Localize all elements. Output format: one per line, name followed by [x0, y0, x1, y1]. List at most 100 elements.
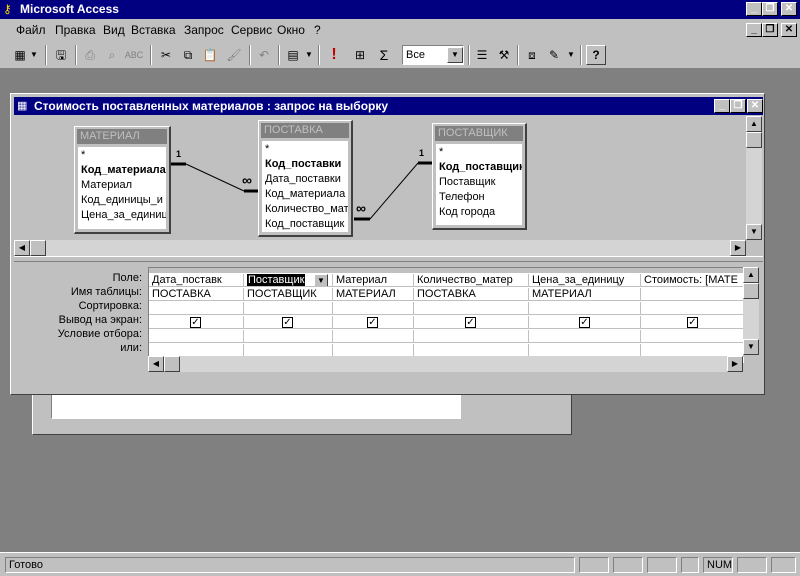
grid-cell-show[interactable]: ✓: [529, 316, 641, 329]
show-checkbox[interactable]: ✓: [687, 317, 698, 328]
help-icon[interactable]: ?: [586, 45, 606, 65]
chevron-down-icon[interactable]: ▼: [303, 45, 315, 65]
database-window-icon[interactable]: ⧈: [522, 45, 542, 65]
doc-close-button[interactable]: ✕: [781, 23, 797, 37]
grid-cell-table[interactable]: ПОСТАВЩИК: [244, 288, 333, 301]
scroll-thumb[interactable]: [746, 132, 762, 148]
menu-tools[interactable]: Сервис: [231, 23, 272, 37]
menu-window[interactable]: Окно: [277, 23, 305, 37]
field-item[interactable]: Дата_поставки: [265, 173, 341, 185]
grid-cell-field-selected[interactable]: Поставщик ▼: [244, 274, 333, 287]
grid-cell-show[interactable]: ✓: [149, 316, 244, 329]
design-grid-pane[interactable]: Поле: Имя таблицы: Сортировка: Вывод на …: [14, 262, 763, 393]
grid-cell-table[interactable]: [641, 288, 744, 301]
grid-cell-field[interactable]: Цена_за_единицу: [529, 274, 641, 287]
grid-cell-table[interactable]: МАТЕРИАЛ: [333, 288, 414, 301]
top-values-combo[interactable]: Все ▼: [402, 45, 464, 65]
undo-icon[interactable]: ↶: [254, 45, 274, 65]
field-item[interactable]: Код_материала: [265, 188, 345, 200]
field-item[interactable]: Количество_мат: [265, 203, 348, 215]
grid-cell-criteria[interactable]: [333, 330, 414, 343]
format-painter-icon[interactable]: 🖌: [224, 45, 244, 65]
run-icon[interactable]: !: [324, 45, 344, 65]
field-item[interactable]: Материал: [81, 179, 132, 191]
field-item[interactable]: *: [439, 146, 443, 158]
table-pane[interactable]: 1 ∞ 1 ∞ МАТЕРИАЛ * Код_материала Материа…: [14, 116, 763, 256]
scroll-up-icon[interactable]: ▲: [743, 267, 759, 283]
field-item[interactable]: Код_поставщик: [265, 218, 344, 230]
scroll-down-icon[interactable]: ▼: [746, 224, 762, 240]
restore-button[interactable]: ❐: [762, 2, 778, 16]
show-checkbox[interactable]: ✓: [465, 317, 476, 328]
grid-cell-field[interactable]: Стоимость: [МАТЕ: [641, 274, 744, 287]
grid-cell-table[interactable]: ПОСТАВКА: [149, 288, 244, 301]
chevron-down-icon[interactable]: ▼: [447, 47, 463, 63]
table-title[interactable]: ПОСТАВЩИК: [435, 126, 523, 141]
query-minimize-button[interactable]: _: [714, 99, 730, 113]
query-close-button[interactable]: ✕: [747, 99, 763, 113]
table-pane-vscroll[interactable]: ▲ ▼: [746, 116, 762, 240]
grid-cell-criteria[interactable]: [149, 330, 244, 343]
field-list[interactable]: * Код_поставки Дата_поставки Код_материа…: [262, 141, 348, 232]
copy-icon[interactable]: ⧉: [178, 45, 198, 65]
table-postavka[interactable]: ПОСТАВКА * Код_поставки Дата_поставки Ко…: [258, 120, 353, 237]
field-list[interactable]: * Код_поставщик Поставщик Телефон Код го…: [436, 144, 522, 225]
grid-cell-show[interactable]: ✓: [641, 316, 744, 329]
scroll-down-icon[interactable]: ▼: [743, 339, 759, 355]
grid-cell-criteria[interactable]: [244, 330, 333, 343]
query-window-title-bar[interactable]: ▦ Стоимость поставленных материалов : за…: [14, 97, 763, 115]
save-icon[interactable]: 🖫: [51, 45, 71, 65]
grid-cell-field[interactable]: Дата_поставк: [149, 274, 244, 287]
app-title-bar[interactable]: ⚷ Microsoft Access _ ❐ ✕: [0, 0, 800, 19]
grid-cell-field[interactable]: Количество_матер: [414, 274, 529, 287]
query-window[interactable]: ▦ Стоимость поставленных материалов : за…: [10, 93, 765, 395]
new-object-icon[interactable]: ✎: [544, 45, 564, 65]
print-icon[interactable]: ⎙: [80, 45, 100, 65]
field-item[interactable]: Телефон: [439, 191, 485, 203]
grid-cell-table[interactable]: ПОСТАВКА: [414, 288, 529, 301]
chevron-down-icon[interactable]: ▼: [28, 45, 40, 65]
grid-cell-sort[interactable]: [244, 302, 333, 315]
properties-icon[interactable]: ☰: [472, 45, 492, 65]
grid-cell-criteria[interactable]: [414, 330, 529, 343]
field-item[interactable]: Код города: [439, 206, 495, 218]
doc-restore-button[interactable]: ❐: [762, 23, 778, 37]
field-item[interactable]: *: [265, 143, 269, 155]
table-material[interactable]: МАТЕРИАЛ * Код_материала Материал Код_ед…: [74, 126, 171, 234]
table-title[interactable]: ПОСТАВКА: [261, 123, 349, 138]
scroll-right-icon[interactable]: ▶: [730, 240, 746, 256]
grid-cell-criteria[interactable]: [641, 330, 744, 343]
close-button[interactable]: ✕: [781, 2, 797, 16]
menu-query[interactable]: Запрос: [184, 23, 224, 37]
grid-hscroll[interactable]: ◀ ▶: [148, 356, 743, 372]
field-item[interactable]: Код_единицы_и: [81, 194, 163, 206]
build-icon[interactable]: ⚒: [494, 45, 514, 65]
grid-cell-criteria[interactable]: [529, 330, 641, 343]
grid-vscroll[interactable]: ▲ ▼: [743, 267, 759, 355]
menu-view[interactable]: Вид: [103, 23, 125, 37]
design-grid[interactable]: Дата_поставк ПОСТАВКА ✓ Поставщик ▼ ПОСТ…: [148, 267, 744, 363]
field-item-key[interactable]: Код_материала: [81, 164, 166, 176]
scroll-thumb[interactable]: [743, 283, 759, 299]
totals-icon[interactable]: Σ: [374, 45, 394, 65]
minimize-button[interactable]: _: [746, 2, 762, 16]
grid-cell-field[interactable]: Материал: [333, 274, 414, 287]
scroll-thumb[interactable]: [164, 356, 180, 372]
scroll-thumb[interactable]: [30, 240, 46, 256]
query-restore-button[interactable]: ❐: [730, 99, 746, 113]
scroll-left-icon[interactable]: ◀: [148, 356, 164, 372]
paste-icon[interactable]: 📋: [200, 45, 220, 65]
table-postavshik[interactable]: ПОСТАВЩИК * Код_поставщик Поставщик Теле…: [432, 123, 527, 230]
field-item-key[interactable]: Код_поставщик: [439, 161, 522, 173]
field-item[interactable]: Поставщик: [439, 176, 495, 188]
show-checkbox[interactable]: ✓: [579, 317, 590, 328]
grid-cell-show[interactable]: ✓: [333, 316, 414, 329]
grid-cell-table[interactable]: МАТЕРИАЛ: [529, 288, 641, 301]
query-type-icon[interactable]: ▤: [283, 45, 303, 65]
grid-cell-show[interactable]: ✓: [414, 316, 529, 329]
print-preview-icon[interactable]: ⌕: [102, 45, 122, 65]
grid-cell-sort[interactable]: [641, 302, 744, 315]
scroll-right-icon[interactable]: ▶: [727, 356, 743, 372]
chevron-down-icon[interactable]: ▼: [314, 274, 328, 286]
scroll-left-icon[interactable]: ◀: [14, 240, 30, 256]
